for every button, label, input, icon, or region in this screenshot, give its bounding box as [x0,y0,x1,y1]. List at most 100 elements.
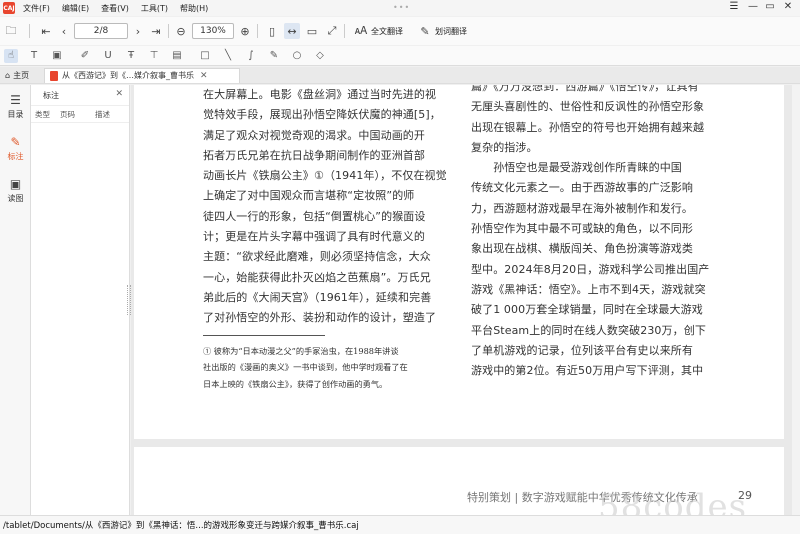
rail-toc-label: 目录 [7,109,24,119]
tab-document-label: 从《西游记》到《…媒介叙事_曹书乐 [62,71,194,80]
line-icon[interactable]: ╲ [221,49,235,63]
toolbar-divider [257,24,258,38]
rail-annotation[interactable]: ✎ 标注 [0,127,31,169]
maximize-icon[interactable]: ▭ [763,1,777,12]
tab-close-icon[interactable]: ✕ [200,71,208,81]
pen-icon[interactable]: ✎ [267,49,281,63]
text-select-icon[interactable]: T [27,49,41,63]
menu-view[interactable]: 查看(V) [101,3,129,14]
fit-page-icon[interactable]: ▯ [264,23,280,39]
panel-column-headers: 类型 页码 描述 [31,105,129,123]
rectangle-icon[interactable]: □ [198,49,212,63]
left-line: 一心，始能获得此扑灭凶焰之芭蕉扇”。万氏兄 [203,270,431,284]
drag-handle-icon[interactable]: ••• [393,3,410,12]
left-line: 计；更是在片头字幕中强调了具有时代意义的 [203,230,425,244]
left-line: 在大屏幕上。电影《盘丝洞》通过当时先进的视 [203,88,437,101]
fit-width-icon[interactable]: ↔ [284,23,300,39]
tab-home[interactable]: ⌂ 主页 [0,68,42,83]
status-bar: /tablet/Documents/从《西游记》到《黑神话：悟...的游戏形象变… [0,515,800,534]
tab-document[interactable]: 从《西游记》到《…媒介叙事_曹书乐 ✕ [44,67,240,83]
ellipse-icon[interactable]: ○ [290,49,304,63]
right-line: 平台Steam上的同时在线人数突破230万，创下 [471,323,706,337]
full-translate-button[interactable]: 全文翻译 [371,26,403,37]
text-box-icon[interactable]: ⊤ [147,49,161,63]
toolbar-divider [29,24,30,38]
left-line: 动画长片《铁扇公主》①（1941年），不仅在视觉 [203,169,447,183]
menu-tools[interactable]: 工具(T) [141,3,168,14]
left-column-text: 在大屏幕上。电影《盘丝洞》通过当时先进的视 觉特效手段，展现出孙悟空降妖伏魔的神通… [203,85,447,329]
prev-page-icon[interactable]: ‹ [56,23,72,39]
menu-file[interactable]: 文件(F) [23,3,50,14]
footnote: ① 彼称为“日本动漫之父”的手冢治虫，在1988年讲谈 社出版的《漫画的奥义》一书… [203,343,444,393]
left-line: 觉特效手段，展现出孙悟空降妖伏魔的神通[5]， [203,108,441,122]
eraser-icon[interactable]: ◇ [313,49,327,63]
right-line: 孙悟空作为其中最不可或缺的角色，以不同形 [471,222,693,236]
note-icon[interactable]: ▤ [170,49,184,63]
rail-figures[interactable]: ▣ 读图 [0,169,31,211]
document-page: 在大屏幕上。电影《盘丝洞》通过当时先进的视 觉特效手段，展现出孙悟空降妖伏魔的神通… [134,85,784,439]
left-line: 主题：“欲求经此磨难，则必须坚持信念，大众 [203,250,431,264]
left-line: 弟此后的《大闹天宫》（1961年），延续和完善 [203,290,432,304]
last-page-icon[interactable]: ⇥ [148,23,164,39]
document-icon [50,70,58,81]
right-line: 游戏中的第2位。有近50万用户写下评测，其中 [471,364,704,378]
zoom-out-icon[interactable]: ⊖ [173,23,189,39]
menu-icon[interactable]: ☰ [727,1,741,12]
left-line: 上确定了对中国观众而言堪称“定妆照”的师 [203,189,415,203]
footnote-line: 日本上映的《铁扇公主》，获得了创作动画的勇气。 [203,379,388,390]
full-translate-icon[interactable]: 🗚 [353,23,369,39]
panel-title-text: 标注 [43,90,59,100]
figure-icon: ▣ [9,176,22,191]
highlight-icon[interactable]: ✐ [78,49,92,63]
open-folder-icon[interactable]: 🗀 [3,23,19,39]
select-translate-button[interactable]: 划词翻译 [435,26,467,37]
left-line: 了对孙悟空的外形、装扮和动作的设计，塑造了 [203,311,437,325]
right-column: 篇》《万万没想到：西游篇》《悟空传》，让具有 无厘头喜剧性的、世俗性和反讽性的孙悟… [471,85,716,381]
column-type[interactable]: 类型 [35,109,50,120]
minimize-icon[interactable]: — [746,1,760,12]
right-line: 破了1 000万套全球销量，同时在全球最大游戏 [471,303,703,317]
left-line: 拓者万氏兄弟在抗日战争期间制作的亚洲首部 [203,148,425,162]
right-line: 力，西游题材游戏最早在海外被制作和发行。 [471,201,693,215]
vertical-scrollbar[interactable] [792,85,800,515]
menu-help[interactable]: 帮助(H) [180,3,208,14]
close-icon[interactable]: ✕ [781,1,795,12]
toolbar-divider [168,24,169,38]
left-line: 徒四人一行的形象，包括“倒置桃心”的猴面设 [203,209,426,223]
right-line: 无厘头喜剧性的、世俗性和反讽性的孙悟空形象 [471,100,705,114]
toolbar-divider [344,24,345,38]
side-rail: ☰ 目录 ✎ 标注 ▣ 读图 [0,85,31,515]
rail-toc[interactable]: ☰ 目录 [0,85,31,127]
panel-close-icon[interactable]: ✕ [115,89,123,99]
underline-icon[interactable]: U [101,49,115,63]
footnote-divider [203,334,325,336]
right-line: 型中。2024年8月20日，游戏科学公司推出国产 [471,262,710,276]
page-number-input[interactable]: 2/8 [74,23,128,39]
left-line: 满足了观众对视觉奇观的渴求。中国动画的开 [203,128,425,142]
footnote-line: ① 彼称为“日本动漫之父”的手冢治虫，在1988年讲谈 [203,345,399,356]
select-translate-icon[interactable]: ✎ [417,23,433,39]
first-page-icon[interactable]: ⇤ [38,23,54,39]
zoom-level-input[interactable]: 130% [192,23,234,39]
home-icon: ⌂ [5,70,11,80]
menu-edit[interactable]: 编辑(E) [62,3,89,14]
app-logo-icon: CAJ [3,2,15,14]
column-description[interactable]: 描述 [95,109,110,120]
rail-annotation-label: 标注 [7,151,24,161]
next-page-icon[interactable]: › [130,23,146,39]
two-page-icon[interactable]: ▭ [304,23,320,39]
select-cursor-icon[interactable]: ☝ [4,48,18,63]
column-page[interactable]: 页码 [60,109,75,120]
tab-home-label: 主页 [13,70,30,80]
strikethrough-icon[interactable]: Ŧ [124,49,138,63]
document-viewport[interactable]: 在大屏幕上。电影《盘丝洞》通过当时先进的视 觉特效手段，展现出孙悟空降妖伏魔的神通… [131,85,792,515]
freehand-icon[interactable]: ∫ [244,49,258,63]
right-line: 孙悟空也是最受游戏创作所青睐的中国 [471,161,682,175]
fullscreen-icon[interactable]: ⤢ [324,23,340,39]
zoom-in-icon[interactable]: ⊕ [237,23,253,39]
rail-figures-label: 读图 [7,193,24,203]
image-select-icon[interactable]: ▣ [50,49,64,63]
right-line: 出现在银幕上。孙悟空的符号也开始拥有越来越 [471,120,705,134]
toc-icon: ☰ [10,92,21,107]
right-column-text: 篇》《万万没想到：西游篇》《悟空传》，让具有 无厘头喜剧性的、世俗性和反讽性的孙悟… [471,85,716,381]
